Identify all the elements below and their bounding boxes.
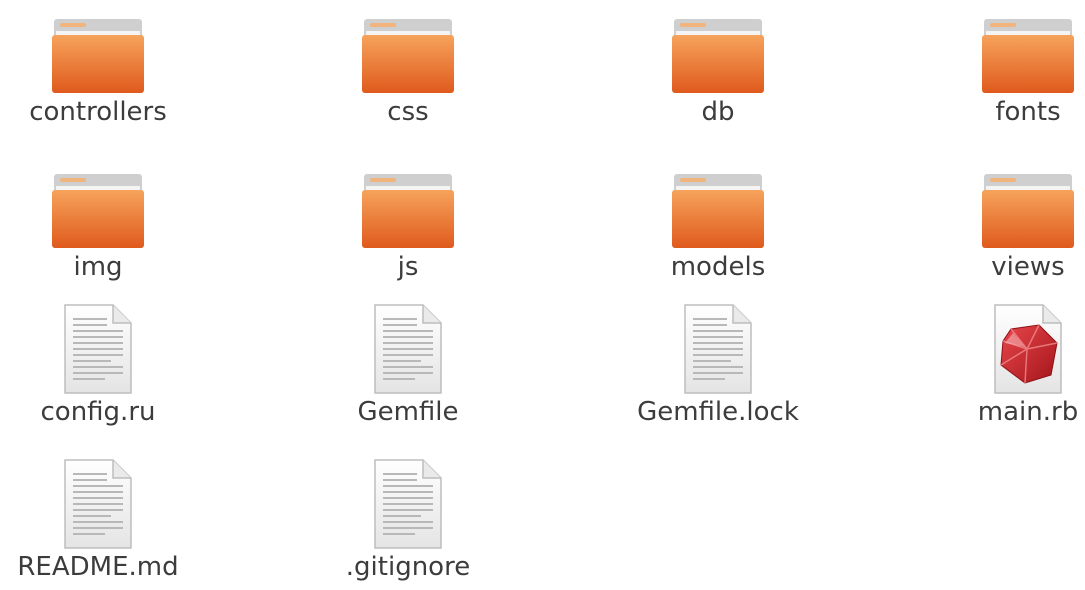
folder-icon: [980, 0, 1076, 95]
file-label: views: [991, 252, 1065, 282]
folder-icon: [360, 155, 456, 250]
file-label: img: [73, 252, 123, 282]
file-label: Gemfile.lock: [637, 397, 799, 427]
file-label: README.md: [17, 552, 179, 582]
file-item-gemfile[interactable]: Gemfile: [303, 300, 513, 427]
file-label: models: [670, 252, 766, 282]
folder-icon: [50, 155, 146, 250]
file-label: Gemfile: [357, 397, 459, 427]
file-label: controllers: [29, 97, 167, 127]
file-label: db: [701, 97, 735, 127]
file-item-js[interactable]: js: [303, 155, 513, 282]
folder-icon: [980, 155, 1076, 250]
file-item-gitignore[interactable]: .gitignore: [303, 455, 513, 582]
file-item-views[interactable]: views: [923, 155, 1085, 282]
file-label: css: [387, 97, 429, 127]
file-label: js: [397, 252, 419, 282]
file-grid: controllers css db fonts img js models v…: [0, 0, 1085, 590]
folder-icon: [360, 0, 456, 95]
file-label: config.ru: [40, 397, 156, 427]
file-item-config-ru[interactable]: config.ru: [0, 300, 203, 427]
file-item-img[interactable]: img: [0, 155, 203, 282]
folder-icon: [50, 0, 146, 95]
text-file-icon: [681, 300, 755, 395]
file-label: .gitignore: [345, 552, 471, 582]
file-label: main.rb: [977, 397, 1079, 427]
file-item-css[interactable]: css: [303, 0, 513, 127]
file-label: fonts: [995, 97, 1061, 127]
text-file-icon: [371, 300, 445, 395]
file-item-models[interactable]: models: [613, 155, 823, 282]
file-item-db[interactable]: db: [613, 0, 823, 127]
file-item-controllers[interactable]: controllers: [0, 0, 203, 127]
file-item-gemfile-lock[interactable]: Gemfile.lock: [613, 300, 823, 427]
text-file-icon: [61, 455, 135, 550]
file-item-main-rb[interactable]: main.rb: [923, 300, 1085, 427]
ruby-file-icon: [991, 300, 1065, 395]
text-file-icon: [371, 455, 445, 550]
folder-icon: [670, 0, 766, 95]
file-item-fonts[interactable]: fonts: [923, 0, 1085, 127]
text-file-icon: [61, 300, 135, 395]
file-item-readme-md[interactable]: README.md: [0, 455, 203, 582]
folder-icon: [670, 155, 766, 250]
